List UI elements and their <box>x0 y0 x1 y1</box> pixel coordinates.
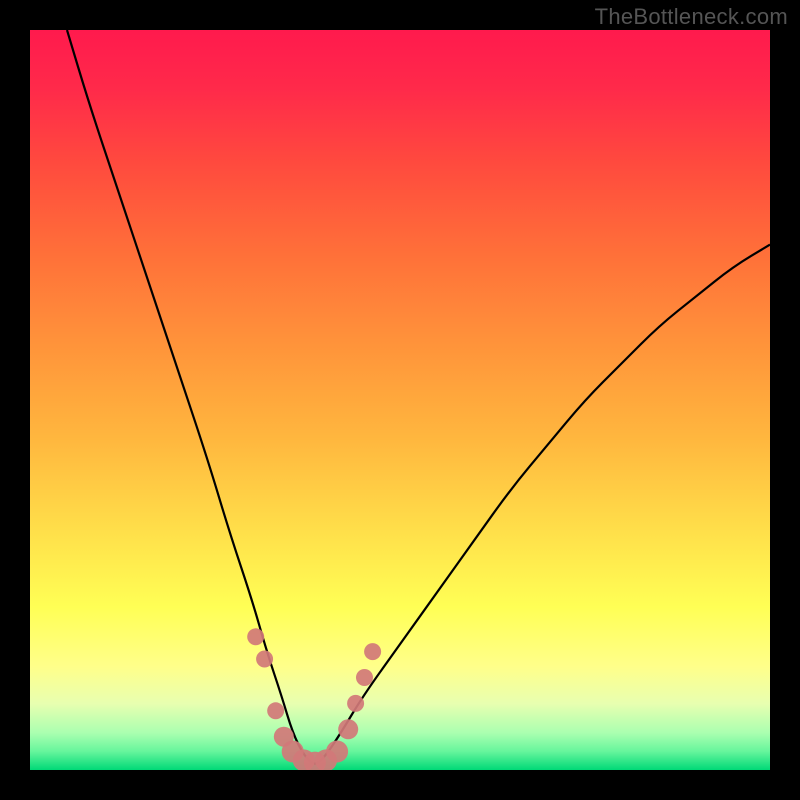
chart-frame: TheBottleneck.com <box>0 0 800 800</box>
chart-svg <box>30 30 770 770</box>
data-point <box>364 643 381 660</box>
data-point <box>347 695 364 712</box>
data-point <box>247 628 264 645</box>
data-point <box>267 702 284 719</box>
plot-area <box>30 30 770 770</box>
data-point <box>326 741 348 763</box>
watermark-text: TheBottleneck.com <box>595 4 788 30</box>
data-point <box>256 651 273 668</box>
data-point <box>356 669 373 686</box>
data-point <box>338 719 358 739</box>
bottleneck-curve <box>67 30 770 764</box>
